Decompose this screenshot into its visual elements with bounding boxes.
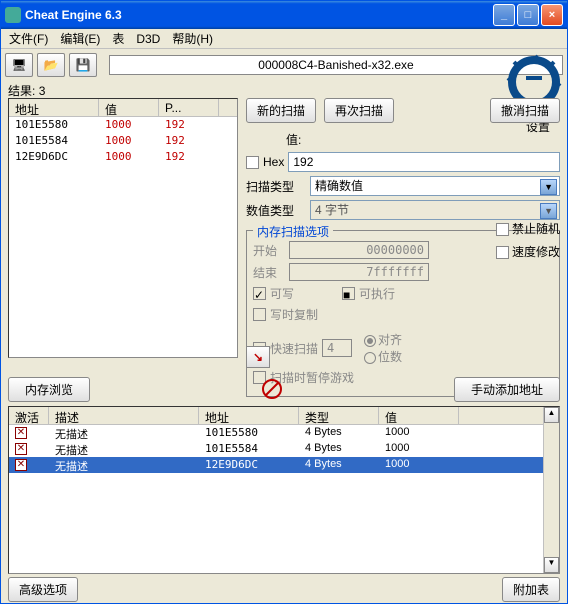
scantype-select[interactable]: 精确数值 (310, 176, 560, 196)
menu-file[interactable]: 文件(F) (5, 28, 52, 49)
found-row[interactable]: 101E55841000192 (9, 133, 237, 149)
floppy-icon: 💾 (76, 58, 91, 72)
folder-open-icon: 📂 (44, 58, 59, 72)
window-title: Cheat Engine 6.3 (25, 8, 493, 22)
maximize-button[interactable]: □ (517, 4, 539, 26)
bottom-bar: 高级选项 附加表 (8, 578, 560, 600)
col-value[interactable]: 值 (99, 99, 159, 116)
new-scan-button[interactable]: 新的扫描 (246, 98, 316, 123)
found-list-header: 地址 值 P... (9, 99, 237, 117)
col-desc[interactable]: 描述 (49, 407, 199, 424)
col-type[interactable]: 类型 (299, 407, 379, 424)
menu-d3d[interactable]: D3D (132, 30, 164, 48)
found-list[interactable]: 地址 值 P... 101E55801000192101E55841000192… (8, 98, 238, 358)
col-active[interactable]: 激活 (9, 407, 49, 424)
menu-help[interactable]: 帮助(H) (168, 28, 217, 49)
hex-checkbox[interactable] (246, 156, 259, 169)
next-scan-button[interactable]: 再次扫描 (324, 98, 394, 123)
process-name-box[interactable]: 000008C4-Banished-x32.exe (109, 55, 563, 75)
col-previous[interactable]: P... (159, 99, 219, 116)
writable-checkbox[interactable]: ✓ (253, 287, 266, 300)
active-checkbox[interactable]: ✕ (15, 427, 27, 439)
arrow-down-right-icon: ↘ (253, 350, 263, 364)
side-options: 禁止随机 速度修改 (496, 220, 560, 260)
found-row[interactable]: 12E9D6DC1000192 (9, 149, 237, 165)
stop-input[interactable] (289, 263, 429, 281)
scantype-label: 扫描类型 (246, 178, 306, 195)
scrollbar[interactable]: ▲ ▼ (543, 407, 559, 573)
open-file-button[interactable]: 📂 (37, 53, 65, 77)
scroll-up-button[interactable]: ▲ (544, 407, 559, 423)
valuetype-label: 数值类型 (246, 202, 306, 219)
active-checkbox[interactable]: ✕ (15, 443, 27, 455)
col-address[interactable]: 地址 (9, 99, 99, 116)
save-button[interactable]: 💾 (69, 53, 97, 77)
valuetype-select[interactable]: 4 字节 (310, 200, 560, 220)
advanced-options-button[interactable]: 高级选项 (8, 577, 78, 602)
stop-icon[interactable] (262, 379, 282, 399)
open-process-button[interactable]: 🖥 (5, 53, 33, 77)
active-checkbox[interactable]: ✕ (15, 459, 27, 471)
add-to-list-button[interactable]: ↘ (246, 346, 270, 368)
memscan-title: 内存扫描选项 (253, 223, 333, 240)
add-manual-button[interactable]: 手动添加地址 (454, 377, 560, 402)
start-input[interactable] (289, 241, 429, 259)
minimize-button[interactable]: _ (493, 4, 515, 26)
digits-radio[interactable] (364, 352, 376, 364)
undo-scan-button[interactable]: 撤消扫描 (490, 98, 560, 123)
col-val2[interactable]: 值 (379, 407, 459, 424)
fastscan-input[interactable] (322, 339, 352, 357)
address-row[interactable]: ✕无描述101E55804 Bytes1000 (9, 425, 543, 441)
mid-toolbar: 内存浏览 手动添加地址 (8, 376, 560, 402)
norand-checkbox[interactable] (496, 223, 509, 236)
computer-icon: 🖥 (11, 58, 26, 72)
scroll-down-button[interactable]: ▼ (544, 557, 559, 573)
speedhack-checkbox[interactable] (496, 246, 509, 259)
results-label: 结果: 3 (8, 82, 45, 99)
address-row[interactable]: ✕无描述101E55844 Bytes1000 (9, 441, 543, 457)
cow-checkbox[interactable] (253, 308, 266, 321)
app-icon (5, 7, 21, 23)
table-extras-button[interactable]: 附加表 (502, 577, 560, 602)
menu-edit[interactable]: 编辑(E) (56, 28, 104, 49)
address-list-header: 激活 描述 地址 类型 值 (9, 407, 543, 425)
menu-table[interactable]: 表 (108, 28, 128, 49)
memory-view-button[interactable]: 内存浏览 (8, 377, 90, 402)
align-radio[interactable] (364, 335, 376, 347)
address-row[interactable]: ✕无描述12E9D6DC4 Bytes1000 (9, 457, 543, 473)
close-button[interactable]: × (541, 4, 563, 26)
value-label: 值: (286, 131, 301, 148)
hex-label: Hex (263, 155, 284, 169)
titlebar[interactable]: Cheat Engine 6.3 _ □ × (1, 1, 567, 29)
toolbar: 🖥 📂 💾 000008C4-Banished-x32.exe (1, 49, 567, 81)
executable-checkbox[interactable]: ■ (342, 287, 355, 300)
found-row[interactable]: 101E55801000192 (9, 117, 237, 133)
value-input[interactable] (288, 152, 560, 172)
address-list[interactable]: 激活 描述 地址 类型 值 ✕无描述101E55804 Bytes1000✕无描… (8, 406, 560, 574)
menubar: 文件(F) 编辑(E) 表 D3D 帮助(H) (1, 29, 567, 49)
col-addr2[interactable]: 地址 (199, 407, 299, 424)
